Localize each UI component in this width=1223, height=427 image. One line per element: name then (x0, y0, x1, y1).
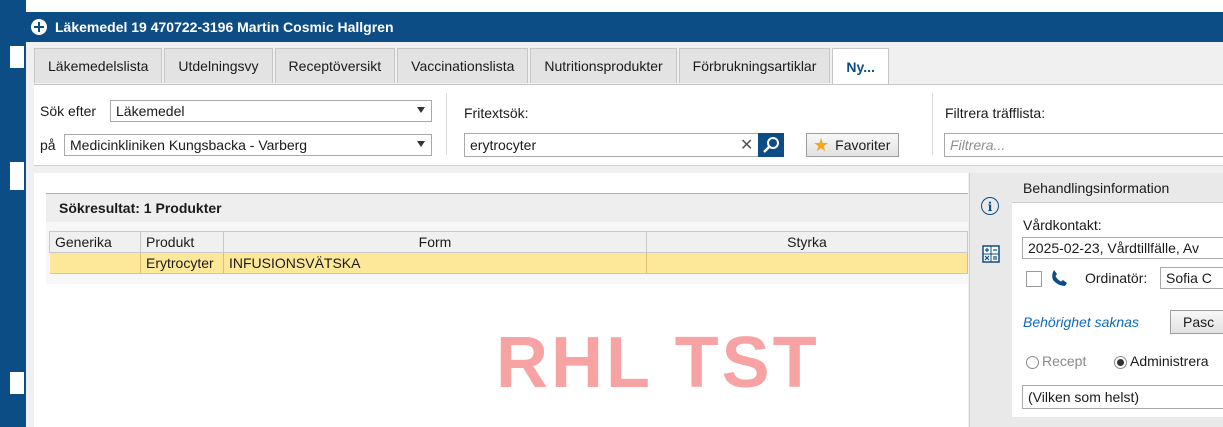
pascal-button[interactable]: Pasc (1170, 310, 1223, 334)
radio-recept-label: Recept (1042, 353, 1087, 369)
cell-styrka (646, 252, 968, 274)
tab-utdelningsvy[interactable]: Utdelningsvy (164, 48, 273, 83)
any-select-value: (Vilken som helst) (1028, 389, 1140, 405)
filter-placeholder: Filtrera... (950, 137, 1006, 153)
on-label: på (40, 137, 56, 153)
pascal-label: Pasc (1183, 314, 1215, 330)
freetext-value: erytrocyter (470, 137, 537, 153)
tab-bar: Läkemedelslista Utdelningsvy Receptövers… (34, 48, 891, 85)
column-header-produkt[interactable]: Produkt (140, 231, 224, 253)
unit-select[interactable]: Medicinkliniken Kungsbacka - Varberg (64, 134, 432, 156)
radio-administrera-label: Administrera (1130, 353, 1209, 369)
tab-lakemedelslista[interactable]: Läkemedelslista (34, 48, 163, 83)
search-panel: Sök efter Läkemedel på Medicinkliniken K… (34, 85, 1223, 166)
vardkontakt-label: Vårdkontakt: (1023, 217, 1102, 233)
ordinator-value: Sofia C (1166, 270, 1212, 286)
any-select[interactable]: (Vilken som helst) (1022, 385, 1223, 409)
freetext-label: Fritextsök: (464, 105, 529, 121)
separator (446, 93, 447, 155)
left-strip-notch (10, 162, 24, 190)
search-button[interactable] (758, 133, 784, 157)
table-row[interactable]: Erytrocyter INFUSIONSVÄTSKA (49, 252, 968, 274)
calculator-icon[interactable] (982, 245, 1000, 263)
table-header-row: Generika Produkt Form Styrka (49, 231, 968, 253)
main-window: Läkemedelslista Utdelningsvy Receptövers… (26, 42, 1223, 427)
tab-ny[interactable]: Ny... (832, 48, 889, 85)
panel-footer-strip (1012, 417, 1223, 427)
filter-label: Filtrera träfflista: (945, 105, 1046, 121)
treatment-info-panel: Behandlingsinformation Vårdkontakt: 2025… (1012, 173, 1223, 427)
favorites-button[interactable]: ★ Favoriter (806, 133, 900, 157)
ordinator-label: Ordinatör: (1085, 270, 1148, 286)
separator (932, 93, 933, 155)
cell-form: INFUSIONSVÄTSKA (223, 252, 647, 274)
tab-vaccinationslista[interactable]: Vaccinationslista (397, 48, 529, 83)
favorites-label: Favoriter (835, 137, 891, 153)
cell-generika (49, 252, 141, 274)
tab-forbrukningsartiklar[interactable]: Förbrukningsartiklar (678, 48, 831, 83)
search-for-label: Sök efter (40, 103, 97, 119)
search-icon (763, 137, 779, 153)
ordinator-select[interactable]: Sofia C (1160, 267, 1223, 289)
medical-cross-icon (31, 19, 47, 35)
star-icon: ★ (813, 135, 830, 155)
vardkontakt-value: 2025-02-23, Vårdtillfälle, Av (1028, 240, 1199, 256)
search-for-value: Läkemedel (116, 103, 185, 119)
results-box: Sökresultat: 1 Produkter Generika Produk… (46, 193, 968, 284)
filter-input[interactable]: Filtrera... (944, 133, 1223, 157)
vardkontakt-select[interactable]: 2025-02-23, Vårdtillfälle, Av (1022, 237, 1223, 259)
info-icon[interactable]: i (981, 197, 999, 215)
radio-administrera[interactable] (1114, 356, 1127, 369)
window-title: Läkemedel 19 470722-3196 Martin Cosmic H… (55, 19, 394, 35)
search-for-select[interactable]: Läkemedel (110, 100, 432, 122)
radio-recept[interactable] (1026, 356, 1039, 369)
left-strip-notch (10, 372, 24, 394)
left-edge-strip (0, 0, 26, 427)
column-header-styrka[interactable]: Styrka (646, 231, 968, 253)
phone-icon[interactable] (1050, 269, 1068, 287)
chevron-down-icon (417, 107, 425, 113)
cell-produkt: Erytrocyter (140, 252, 224, 274)
freetext-search-input[interactable]: erytrocyter (464, 133, 760, 157)
treatment-info-header: Behandlingsinformation (1012, 173, 1223, 203)
left-strip-notch (10, 46, 24, 68)
window-titlebar: Läkemedel 19 470722-3196 Martin Cosmic H… (26, 12, 1223, 42)
results-table: Generika Produkt Form Styrka Erytrocyter… (49, 231, 968, 274)
clear-icon[interactable]: ✕ (740, 135, 753, 155)
column-header-generika[interactable]: Generika (49, 231, 141, 253)
tab-receptoversikt[interactable]: Receptöversikt (274, 48, 396, 83)
column-header-form[interactable]: Form (223, 231, 647, 253)
test-watermark: RHL TST (496, 323, 820, 403)
right-icon-rail: i (969, 173, 1013, 427)
tab-nutritionsprodukter[interactable]: Nutritionsprodukter (530, 48, 677, 83)
ordinator-checkbox[interactable] (1026, 271, 1042, 287)
permission-missing-link[interactable]: Behörighet saknas (1023, 314, 1139, 330)
results-header: Sökresultat: 1 Produkter (46, 194, 968, 222)
chevron-down-icon (417, 141, 425, 147)
unit-value: Medicinkliniken Kungsbacka - Varberg (70, 137, 308, 153)
